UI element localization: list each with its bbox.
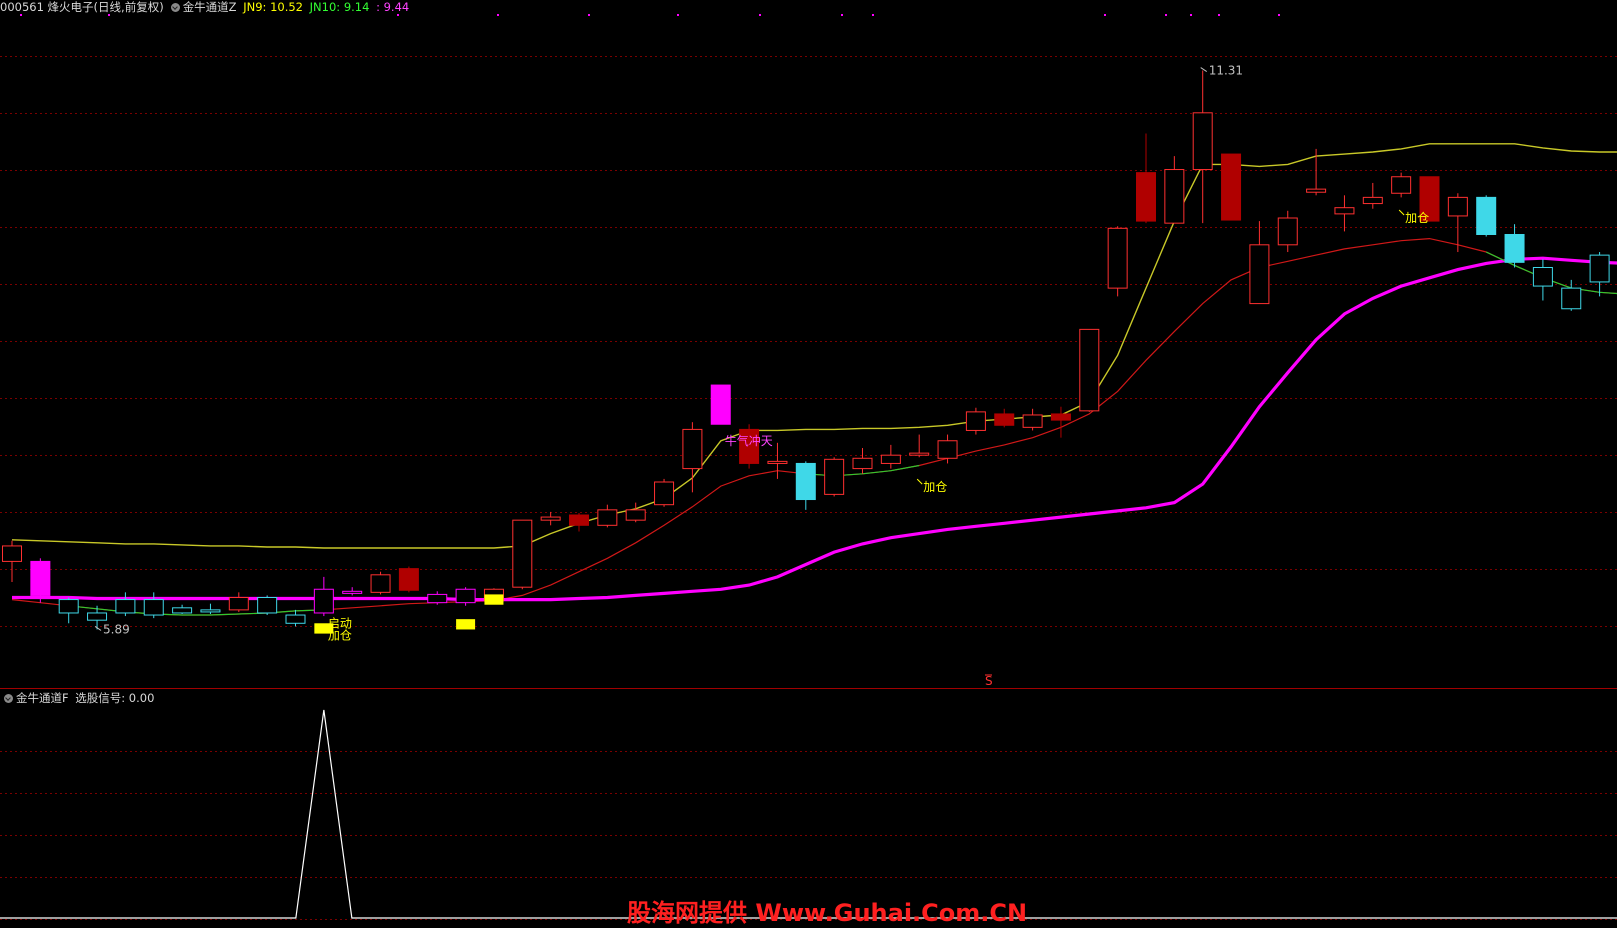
- top-marker: [20, 14, 22, 16]
- candle-body: [512, 519, 533, 588]
- indicator-menu-icon[interactable]: [170, 3, 180, 12]
- top-marker: [759, 14, 761, 16]
- candle-body: [370, 574, 391, 593]
- candle-body: [427, 593, 448, 604]
- signal-block: [484, 594, 504, 605]
- candle-body: [1561, 287, 1582, 310]
- candle-body: [1050, 413, 1071, 421]
- candle-body: [58, 599, 79, 614]
- chart-svg[interactable]: 5.8911.31启动加仓牛气冲天加仓加仓S: [0, 0, 1617, 924]
- candle-body: [1136, 172, 1156, 222]
- candle-body: [1277, 217, 1298, 246]
- candle-body: [795, 462, 816, 501]
- candle-body: [569, 514, 589, 526]
- candle-body: [87, 612, 108, 621]
- candle-body: [540, 516, 561, 521]
- jn9-value: JN9: 10.52: [243, 0, 303, 14]
- candle-body: [682, 428, 703, 470]
- candle-body: [1391, 176, 1412, 194]
- top-marker: [1278, 14, 1280, 16]
- candle-body: [1107, 227, 1128, 289]
- candle-body: [824, 458, 845, 495]
- candle-body: [115, 599, 136, 614]
- add-pointer: [916, 478, 923, 485]
- top-marker: [497, 14, 499, 16]
- annotation-label: 加仓: [923, 480, 947, 494]
- annotation-label: 加仓: [328, 629, 352, 643]
- candle-body: [143, 599, 164, 616]
- candle-body: [257, 597, 278, 614]
- candle-body: [994, 413, 1015, 426]
- top-marker: [1218, 14, 1220, 16]
- candle-body: [1532, 267, 1553, 287]
- top-marker: [1190, 14, 1192, 16]
- annotation-label: 牛气冲天: [725, 433, 773, 448]
- candle-body: [313, 588, 334, 614]
- main-header: 000561 烽火电子(日线,前复权) 金牛通道Z JN9: 10.52 JN10…: [0, 0, 412, 14]
- candle-body: [228, 597, 249, 611]
- candle-body: [1362, 196, 1383, 205]
- watermark: 股海网提供 Www.Guhai.Com.CN: [627, 899, 1028, 927]
- candle-body: [654, 481, 675, 506]
- annotation-label: 5.89: [103, 622, 130, 636]
- price-pointer: [94, 626, 102, 631]
- chart-stage: 5.89 11.31 启动 加仓 牛气冲天 加仓 加仓 S 000561 烽火电子(日线,前复…: [0, 0, 1617, 927]
- candle-body: [965, 411, 986, 431]
- top-marker: [677, 14, 679, 16]
- candle-body: [172, 607, 193, 614]
- candle-body: [1504, 234, 1525, 263]
- candle-body: [200, 609, 221, 613]
- candle-body: [1164, 169, 1185, 224]
- candle-body: [1192, 112, 1213, 171]
- top-marker: [397, 14, 399, 16]
- candle-body: [1589, 254, 1610, 283]
- candle-body: [597, 509, 618, 526]
- third-line-value: : 9.44: [376, 0, 410, 14]
- candle-body: [1476, 196, 1497, 235]
- signal-block: [456, 619, 476, 630]
- top-marker: [1104, 14, 1106, 16]
- top-marker: [588, 14, 590, 16]
- candle-body: [1447, 196, 1468, 217]
- candle-body: [880, 454, 901, 464]
- candle-body: [710, 384, 731, 425]
- candle-body: [1249, 244, 1270, 305]
- candle-body: [909, 452, 930, 456]
- signal-value: 选股信号: 0.00: [75, 691, 155, 705]
- candle-body: [1022, 414, 1043, 428]
- sub-indicator-menu-icon[interactable]: [4, 694, 13, 703]
- stock-title: 000561 烽火电子(日线,前复权): [0, 0, 164, 14]
- top-marker: [1165, 14, 1167, 16]
- annotation-label: 11.31: [1209, 64, 1243, 78]
- marker-s: S: [985, 674, 993, 688]
- jn10-value: JN10: 9.14: [309, 0, 370, 14]
- top-marker: [872, 14, 874, 16]
- candle-body: [398, 568, 419, 591]
- top-marker: [841, 14, 843, 16]
- sub-header: 金牛通道F 选股信号: 0.00: [0, 691, 157, 705]
- candle-body: [455, 588, 476, 604]
- candle-body: [1079, 328, 1100, 412]
- candle-body: [625, 509, 646, 521]
- top-marker: [108, 14, 110, 16]
- annotation-label: 加仓: [1405, 211, 1429, 225]
- indicator-name: 金牛通道Z: [182, 0, 237, 14]
- sub-indicator-name: 金牛通道F: [16, 691, 69, 705]
- candle-body: [767, 460, 788, 464]
- candle-body: [342, 590, 363, 594]
- jn10-line: [11, 237, 1617, 616]
- candle-body: [937, 440, 958, 459]
- candle-body: [1334, 207, 1355, 215]
- price-pointer: [1200, 67, 1207, 72]
- candle-body: [30, 560, 51, 596]
- candle-body: [1306, 188, 1327, 193]
- candle-body: [2, 545, 22, 562]
- candle-body: [1221, 153, 1242, 221]
- add-pointer: [1398, 209, 1405, 216]
- candle-body: [285, 614, 306, 624]
- candle-body: [852, 457, 873, 470]
- signal-line: [0, 709, 1617, 919]
